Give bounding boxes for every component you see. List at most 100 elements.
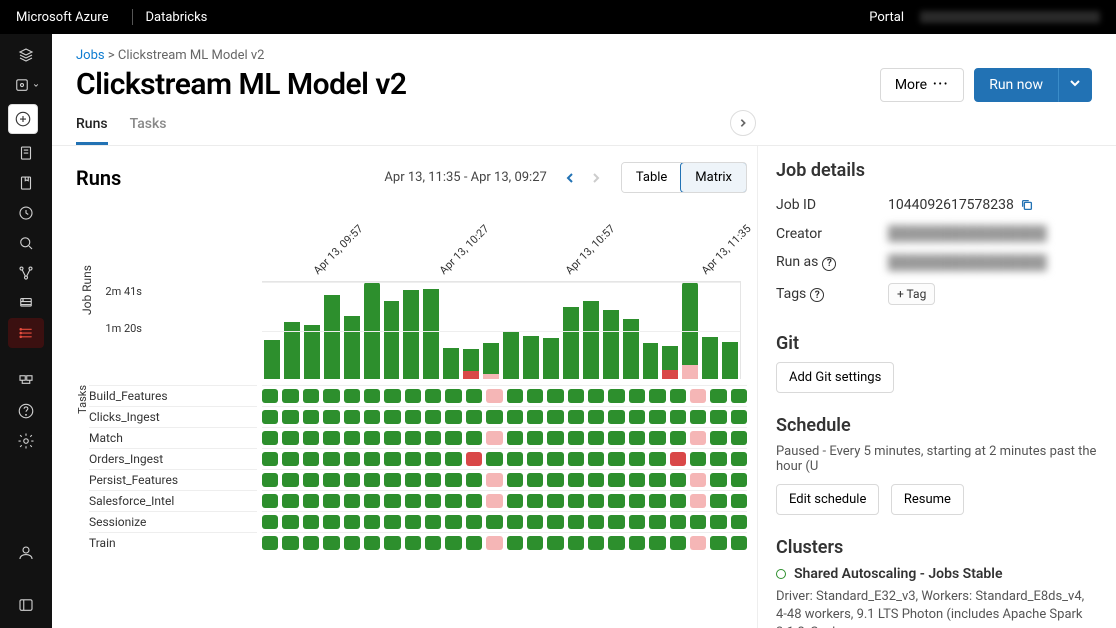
matrix-cell[interactable] [608, 410, 624, 424]
matrix-cell[interactable] [527, 452, 543, 466]
matrix-cell[interactable] [568, 494, 584, 508]
matrix-cell[interactable] [364, 410, 380, 424]
matrix-cell[interactable] [690, 452, 706, 466]
matrix-cell[interactable] [710, 536, 726, 550]
matrix-cell[interactable] [527, 515, 543, 529]
matrix-cell[interactable] [568, 536, 584, 550]
matrix-cell[interactable] [710, 452, 726, 466]
matrix-cell[interactable] [568, 515, 584, 529]
matrix-cell[interactable] [405, 431, 421, 445]
add-git-settings-button[interactable]: Add Git settings [776, 362, 894, 393]
matrix-cell[interactable] [486, 515, 502, 529]
matrix-cell[interactable] [364, 431, 380, 445]
matrix-cell[interactable] [547, 410, 563, 424]
matrix-cell[interactable] [466, 536, 482, 550]
cluster-name[interactable]: Shared Autoscaling - Jobs Stable [794, 566, 1002, 582]
more-button[interactable]: More ••• [880, 68, 964, 102]
matrix-cell[interactable] [588, 452, 604, 466]
matrix-cell[interactable] [649, 515, 665, 529]
matrix-cell[interactable] [425, 494, 441, 508]
add-tag-button[interactable]: + Tag [888, 283, 935, 305]
matrix-cell[interactable] [262, 536, 278, 550]
nav-user-icon[interactable] [8, 538, 44, 568]
matrix-cell[interactable] [547, 536, 563, 550]
matrix-cell[interactable] [670, 389, 686, 403]
matrix-cell[interactable] [629, 515, 645, 529]
runs-prev-button[interactable] [557, 165, 583, 191]
edit-schedule-button[interactable]: Edit schedule [776, 484, 879, 515]
copy-icon[interactable] [1020, 198, 1034, 212]
matrix-cell[interactable] [344, 389, 360, 403]
matrix-cell[interactable] [608, 473, 624, 487]
matrix-cell[interactable] [486, 410, 502, 424]
matrix-cell[interactable] [568, 431, 584, 445]
matrix-cell[interactable] [731, 515, 747, 529]
matrix-cell[interactable] [282, 410, 298, 424]
matrix-cell[interactable] [425, 515, 441, 529]
matrix-cell[interactable] [649, 494, 665, 508]
matrix-cell[interactable] [670, 431, 686, 445]
toggle-table[interactable]: Table [622, 163, 681, 192]
matrix-cell[interactable] [629, 536, 645, 550]
matrix-cell[interactable] [445, 389, 461, 403]
nav-new-button[interactable] [8, 104, 38, 134]
matrix-cell[interactable] [629, 431, 645, 445]
matrix-cell[interactable] [364, 389, 380, 403]
matrix-cell[interactable] [629, 410, 645, 424]
matrix-cell[interactable] [262, 389, 278, 403]
nav-repos-icon[interactable] [8, 168, 44, 198]
matrix-cell[interactable] [303, 536, 319, 550]
matrix-cell[interactable] [282, 473, 298, 487]
matrix-cell[interactable] [425, 431, 441, 445]
matrix-cell[interactable] [629, 389, 645, 403]
matrix-cell[interactable] [731, 473, 747, 487]
matrix-cell[interactable] [466, 410, 482, 424]
nav-notebook-icon[interactable] [8, 138, 44, 168]
info-icon[interactable]: ? [822, 257, 836, 271]
matrix-cell[interactable] [303, 515, 319, 529]
info-icon[interactable]: ? [810, 288, 824, 302]
matrix-cell[interactable] [384, 452, 400, 466]
matrix-cell[interactable] [568, 473, 584, 487]
matrix-cell[interactable] [262, 410, 278, 424]
matrix-cell[interactable] [629, 452, 645, 466]
matrix-cell[interactable] [466, 515, 482, 529]
matrix-cell[interactable] [486, 473, 502, 487]
matrix-cell[interactable] [710, 389, 726, 403]
matrix-cell[interactable] [670, 494, 686, 508]
matrix-cell[interactable] [466, 494, 482, 508]
matrix-cell[interactable] [262, 431, 278, 445]
run-now-dropdown[interactable] [1058, 68, 1092, 102]
matrix-cell[interactable] [507, 494, 523, 508]
matrix-cell[interactable] [323, 515, 339, 529]
matrix-cell[interactable] [690, 431, 706, 445]
matrix-cell[interactable] [649, 536, 665, 550]
matrix-cell[interactable] [507, 515, 523, 529]
nav-settings-icon[interactable] [8, 426, 44, 456]
matrix-cell[interactable] [282, 515, 298, 529]
matrix-cell[interactable] [731, 536, 747, 550]
tab-tasks[interactable]: Tasks [130, 116, 167, 145]
matrix-cell[interactable] [588, 410, 604, 424]
matrix-cell[interactable] [568, 410, 584, 424]
matrix-cell[interactable] [710, 515, 726, 529]
matrix-cell[interactable] [405, 410, 421, 424]
matrix-cell[interactable] [486, 494, 502, 508]
matrix-cell[interactable] [282, 494, 298, 508]
matrix-cell[interactable] [731, 452, 747, 466]
matrix-cell[interactable] [323, 431, 339, 445]
matrix-cell[interactable] [445, 452, 461, 466]
matrix-cell[interactable] [486, 452, 502, 466]
runs-next-button[interactable] [583, 165, 609, 191]
matrix-cell[interactable] [282, 389, 298, 403]
matrix-cell[interactable] [344, 494, 360, 508]
matrix-cell[interactable] [670, 410, 686, 424]
nav-search-icon[interactable] [8, 228, 44, 258]
matrix-cell[interactable] [303, 431, 319, 445]
matrix-cell[interactable] [425, 473, 441, 487]
matrix-cell[interactable] [527, 494, 543, 508]
matrix-cell[interactable] [649, 452, 665, 466]
matrix-cell[interactable] [405, 452, 421, 466]
matrix-cell[interactable] [303, 473, 319, 487]
matrix-cell[interactable] [384, 410, 400, 424]
